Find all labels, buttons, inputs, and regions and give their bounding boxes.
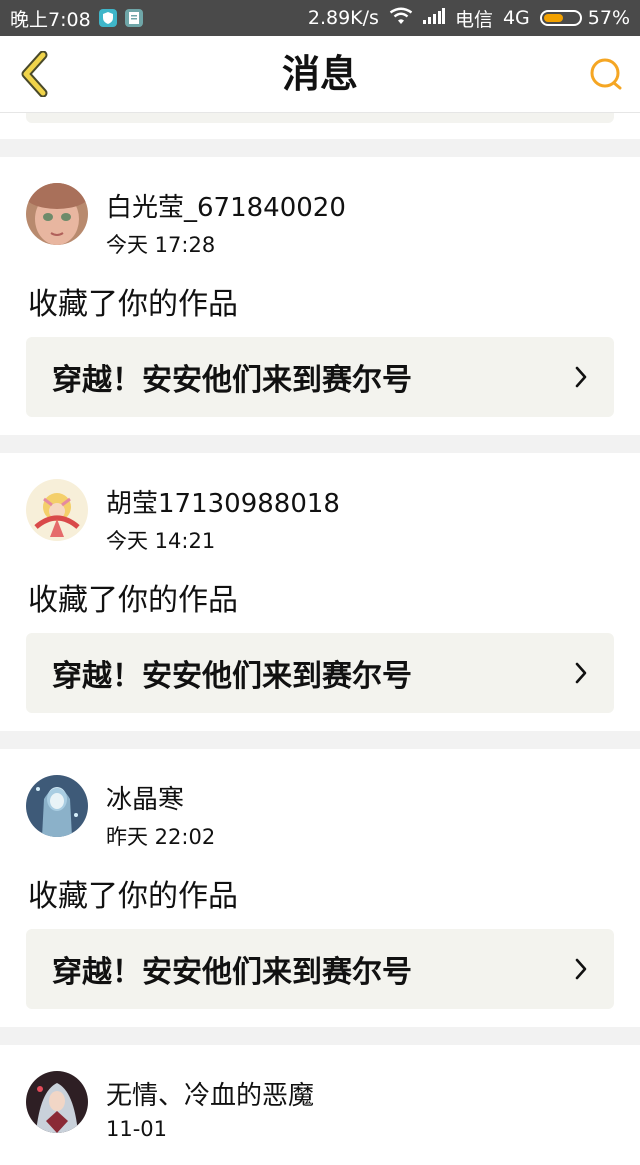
username[interactable]: 冰晶寒: [106, 779, 184, 816]
page-title: 消息: [281, 52, 358, 96]
username[interactable]: 无情、冷血的恶魔: [106, 1075, 314, 1112]
card-divider: [0, 1027, 640, 1045]
battery-indicator: 57%: [539, 7, 630, 29]
carrier-label: 电信: [454, 8, 493, 31]
avatar[interactable]: [26, 479, 88, 541]
previous-work-link-fragment: [26, 113, 614, 123]
work-link[interactable]: 穿越！安安他们来到赛尔号: [26, 633, 614, 713]
header-bar: 消息: [0, 36, 640, 113]
network-speed: 2.89K/s: [307, 7, 379, 29]
action-text: 收藏了你的作品: [28, 287, 238, 322]
battery-percent: 57%: [587, 7, 630, 29]
message-card: 无情、冷血的恶魔 11-01: [0, 1045, 640, 1165]
chevron-right-icon: [570, 955, 592, 983]
work-title: 穿越！安安他们来到赛尔号: [52, 955, 412, 990]
avatar[interactable]: [26, 183, 88, 245]
work-title: 穿越！安安他们来到赛尔号: [52, 659, 412, 694]
network-type: 4G: [502, 7, 530, 29]
message-card: 冰晶寒 昨天 22:02 收藏了你的作品 穿越！安安他们来到赛尔号: [0, 749, 640, 1027]
action-text: 收藏了你的作品: [28, 583, 238, 618]
chevron-right-icon: [570, 659, 592, 687]
username[interactable]: 胡莹17130988018: [106, 483, 340, 520]
battery-icon: [539, 10, 582, 26]
message-time: 11-01: [106, 1117, 168, 1141]
work-link[interactable]: 穿越！安安他们来到赛尔号: [26, 337, 614, 417]
message-card: 胡莹17130988018 今天 14:21 收藏了你的作品 穿越！安安他们来到…: [0, 453, 640, 731]
status-time: 晚上7:08: [10, 8, 91, 31]
card-divider: [0, 731, 640, 749]
username[interactable]: 白光莹_671840020: [106, 187, 346, 224]
work-link[interactable]: 穿越！安安他们来到赛尔号: [26, 929, 614, 1009]
action-text: 收藏了你的作品: [28, 879, 238, 914]
wifi-icon: [389, 7, 413, 30]
card-divider: [0, 435, 640, 453]
note-app-icon: [124, 9, 143, 27]
message-time: 今天 17:28: [106, 233, 216, 257]
previous-card-fragment: [0, 113, 640, 139]
avatar[interactable]: [26, 775, 88, 837]
status-bar: 晚上7:08 2.89K/s 电信 4G 57%: [0, 0, 640, 36]
message-time: 今天 14:21: [106, 529, 216, 553]
message-time: 昨天 22:02: [106, 825, 216, 849]
work-title: 穿越！安安他们来到赛尔号: [52, 363, 412, 398]
search-icon: [590, 58, 622, 90]
message-list: 白光莹_671840020 今天 17:28 收藏了你的作品 穿越！安安他们来到…: [0, 113, 640, 1165]
search-button[interactable]: [586, 54, 626, 94]
avatar[interactable]: [26, 1071, 88, 1133]
battery-fill: [543, 14, 563, 22]
signal-icon: [422, 7, 445, 29]
shield-app-icon: [98, 9, 117, 27]
card-divider: [0, 139, 640, 157]
message-card: 白光莹_671840020 今天 17:28 收藏了你的作品 穿越！安安他们来到…: [0, 157, 640, 435]
chevron-right-icon: [570, 363, 592, 391]
